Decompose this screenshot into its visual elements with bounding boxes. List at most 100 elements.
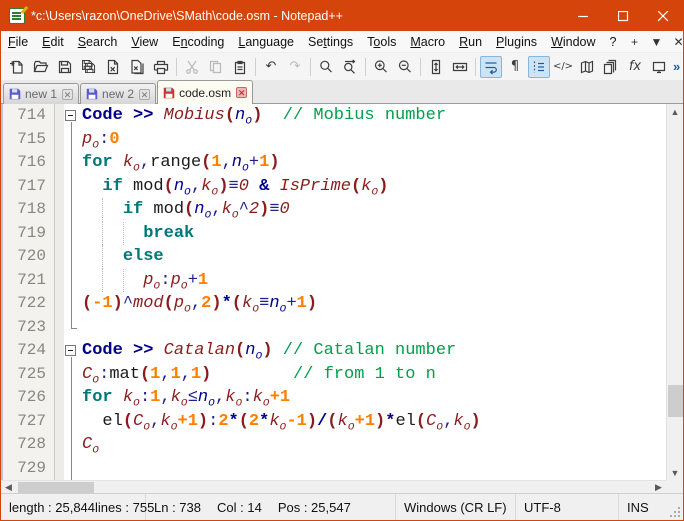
function-list-icon[interactable]: fx xyxy=(624,56,646,78)
close-button[interactable] xyxy=(643,1,683,31)
vertical-scroll-track[interactable] xyxy=(667,119,684,465)
menu-run[interactable]: Run xyxy=(452,33,489,51)
fold-margin[interactable] xyxy=(64,339,79,363)
code-line[interactable] xyxy=(79,457,666,481)
fold-margin[interactable] xyxy=(64,175,79,199)
bookmark-margin[interactable] xyxy=(55,175,64,199)
menu-close-icon[interactable]: ✕ xyxy=(668,35,684,49)
fold-margin[interactable] xyxy=(64,433,79,457)
fold-margin[interactable] xyxy=(64,269,79,293)
sync-horizontal-scroll-icon[interactable] xyxy=(449,56,471,78)
close-all-documents-icon[interactable] xyxy=(126,56,148,78)
bookmark-margin[interactable] xyxy=(55,316,64,340)
fold-margin[interactable] xyxy=(64,457,79,481)
save-all-icon[interactable] xyxy=(78,56,100,78)
vertical-scrollbar[interactable]: ▲ ▼ xyxy=(666,104,683,480)
minimize-button[interactable] xyxy=(563,1,603,31)
bookmark-margin[interactable] xyxy=(55,128,64,152)
code-line[interactable]: Co xyxy=(79,433,666,457)
bookmark-margin[interactable] xyxy=(55,363,64,387)
new-file-icon[interactable] xyxy=(6,56,28,78)
code-editor[interactable]: 714Code >> Mobius(no) // Mobius number71… xyxy=(3,104,666,480)
menu-[interactable]: ? xyxy=(603,33,624,51)
toolbar-overflow-icon[interactable]: » xyxy=(673,59,680,74)
code-line[interactable]: for ko:1,ko≤no,ko:ko+1 xyxy=(79,386,666,410)
paste-icon[interactable] xyxy=(229,56,251,78)
menu-edit[interactable]: Edit xyxy=(35,33,71,51)
bookmark-margin[interactable] xyxy=(55,386,64,410)
menu-encoding[interactable]: Encoding xyxy=(165,33,231,51)
fold-margin[interactable] xyxy=(64,292,79,316)
code-line[interactable]: el(Co,ko+1):2*(2*ko-1)/(ko+1)*el(Co,ko) xyxy=(79,410,666,434)
code-line[interactable] xyxy=(79,316,666,340)
code-line[interactable]: else xyxy=(79,245,666,269)
bookmark-margin[interactable] xyxy=(55,104,64,128)
horizontal-scrollbar[interactable]: ◀ ▶ xyxy=(1,480,666,493)
menu-plugins[interactable]: Plugins xyxy=(489,33,544,51)
menu-search[interactable]: Search xyxy=(71,33,125,51)
bookmark-margin[interactable] xyxy=(55,198,64,222)
tab-code-osm[interactable]: code.osm✕ xyxy=(157,80,253,104)
vertical-scroll-thumb[interactable] xyxy=(668,385,683,417)
menu-macro[interactable]: Macro xyxy=(403,33,452,51)
undo-icon[interactable]: ↶ xyxy=(260,56,282,78)
close-document-icon[interactable] xyxy=(102,56,124,78)
document-list-icon[interactable] xyxy=(600,56,622,78)
code-line[interactable]: if mod(no,ko^2)≡0 xyxy=(79,198,666,222)
code-line[interactable]: Code >> Mobius(no) // Mobius number xyxy=(79,104,666,128)
scroll-left-icon[interactable]: ◀ xyxy=(1,481,16,494)
document-map-icon[interactable] xyxy=(576,56,598,78)
code-line[interactable]: break xyxy=(79,222,666,246)
menu-plus-icon[interactable]: + xyxy=(624,35,646,49)
menu-settings[interactable]: Settings xyxy=(301,33,360,51)
fold-collapse-icon[interactable] xyxy=(65,345,76,356)
zoom-in-icon[interactable] xyxy=(370,56,392,78)
bookmark-margin[interactable] xyxy=(55,222,64,246)
tab-new-2[interactable]: new 2✕ xyxy=(80,83,156,104)
fold-collapse-icon[interactable] xyxy=(65,110,76,121)
fold-margin[interactable] xyxy=(64,245,79,269)
bookmark-margin[interactable] xyxy=(55,410,64,434)
fold-margin[interactable] xyxy=(64,410,79,434)
resize-grip[interactable] xyxy=(667,494,683,520)
monitor-icon[interactable] xyxy=(648,56,670,78)
menu-language[interactable]: Language xyxy=(231,33,301,51)
fold-margin[interactable] xyxy=(64,363,79,387)
bookmark-margin[interactable] xyxy=(55,292,64,316)
menu-window[interactable]: Window xyxy=(544,33,602,51)
fold-margin[interactable] xyxy=(64,104,79,128)
fold-margin[interactable] xyxy=(64,316,79,340)
code-line[interactable]: po:po+1 xyxy=(79,269,666,293)
fold-margin[interactable] xyxy=(64,151,79,175)
horizontal-scroll-track[interactable] xyxy=(16,481,651,494)
sync-vertical-scroll-icon[interactable] xyxy=(425,56,447,78)
bookmark-margin[interactable] xyxy=(55,151,64,175)
code-line[interactable]: po:0 xyxy=(79,128,666,152)
word-wrap-icon[interactable] xyxy=(480,56,502,78)
scroll-down-icon[interactable]: ▼ xyxy=(667,465,684,480)
bookmark-margin[interactable] xyxy=(55,339,64,363)
bookmark-margin[interactable] xyxy=(55,269,64,293)
zoom-out-icon[interactable] xyxy=(394,56,416,78)
replace-icon[interactable] xyxy=(339,56,361,78)
tab-close-icon[interactable]: ✕ xyxy=(62,89,73,100)
fold-margin[interactable] xyxy=(64,222,79,246)
maximize-button[interactable] xyxy=(603,1,643,31)
tab-close-icon[interactable]: ✕ xyxy=(139,89,150,100)
fold-margin[interactable] xyxy=(64,198,79,222)
menu-tools[interactable]: Tools xyxy=(360,33,403,51)
code-line[interactable]: Code >> Catalan(no) // Catalan number xyxy=(79,339,666,363)
fold-margin[interactable] xyxy=(64,128,79,152)
open-folder-icon[interactable] xyxy=(30,56,52,78)
code-line[interactable]: Co:mat(1,1,1) // from 1 to n xyxy=(79,363,666,387)
menu-view[interactable]: View xyxy=(124,33,165,51)
fold-margin[interactable] xyxy=(64,386,79,410)
show-all-characters-icon[interactable]: ¶ xyxy=(504,56,526,78)
tab-close-icon[interactable]: ✕ xyxy=(236,87,247,98)
editor-area[interactable]: 714Code >> Mobius(no) // Mobius number71… xyxy=(1,104,683,480)
bookmark-margin[interactable] xyxy=(55,433,64,457)
print-icon[interactable] xyxy=(150,56,172,78)
code-line[interactable]: (-1)^mod(po,2)*(ko≡no+1) xyxy=(79,292,666,316)
bookmark-margin[interactable] xyxy=(55,245,64,269)
menu-dropdown-icon[interactable]: ▼ xyxy=(646,35,668,49)
